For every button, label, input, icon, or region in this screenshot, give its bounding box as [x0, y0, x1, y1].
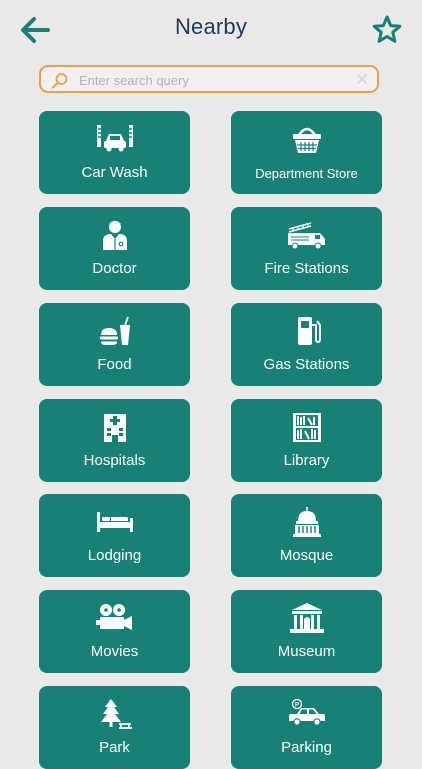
parking-car-icon: P: [288, 698, 325, 726]
gas-pump-icon: [297, 317, 321, 345]
tile-label: Department Store: [255, 166, 358, 181]
close-icon[interactable]: [355, 72, 369, 86]
doctor-icon: [102, 221, 127, 250]
tile-label: Parking: [281, 739, 332, 756]
tile-label: Park: [99, 739, 130, 756]
tile-doctor[interactable]: Doctor: [39, 207, 190, 290]
fast-food-icon: [99, 316, 130, 345]
tile-park[interactable]: Park: [39, 686, 190, 769]
tile-label: Museum: [277, 643, 336, 660]
park-tree-icon: [100, 699, 132, 729]
search-icon: [52, 73, 68, 89]
tile-fire-stations[interactable]: Fire Stations: [231, 207, 382, 290]
tile-gas-stations[interactable]: Gas Stations: [231, 303, 382, 386]
header-bar: Nearby: [0, 0, 422, 60]
car-wash-icon: [96, 125, 133, 152]
tile-movies[interactable]: Movies: [39, 590, 190, 673]
tile-library[interactable]: Library: [231, 399, 382, 482]
search-input[interactable]: [77, 69, 351, 91]
shopping-basket-icon: [292, 127, 321, 153]
museum-building-icon: [289, 603, 324, 633]
tile-label: Movies: [90, 643, 139, 660]
tile-mosque[interactable]: Mosque: [231, 494, 382, 577]
search-bar[interactable]: [39, 65, 379, 93]
tile-label: Gas Stations: [263, 356, 350, 373]
bed-icon: [96, 512, 133, 532]
tile-car-wash[interactable]: Car Wash: [39, 111, 190, 194]
film-projector-icon: [95, 604, 132, 630]
tile-parking[interactable]: P Parking: [231, 686, 382, 769]
tile-department-store[interactable]: Department Store: [231, 111, 382, 194]
bookshelf-icon: [292, 413, 321, 442]
tile-lodging[interactable]: Lodging: [39, 494, 190, 577]
tile-hospitals[interactable]: Hospitals: [39, 399, 190, 482]
tile-label: Car Wash: [81, 164, 148, 181]
tile-label: Doctor: [92, 260, 137, 277]
page-title: Nearby: [174, 14, 248, 39]
tile-label: Mosque: [279, 547, 334, 564]
star-outline-icon[interactable]: [371, 14, 403, 46]
svg-text:P: P: [294, 702, 298, 708]
tile-food[interactable]: Food: [39, 303, 190, 386]
tile-label: Library: [283, 452, 330, 469]
tile-museum[interactable]: Museum: [231, 590, 382, 673]
hospital-icon: [103, 414, 126, 442]
tile-label: Fire Stations: [264, 260, 349, 277]
tile-label: Hospitals: [83, 452, 146, 469]
tile-label: Lodging: [87, 547, 142, 564]
fire-truck-icon: [287, 222, 325, 250]
mosque-dome-icon: [292, 507, 321, 537]
tile-label: Food: [97, 356, 132, 373]
